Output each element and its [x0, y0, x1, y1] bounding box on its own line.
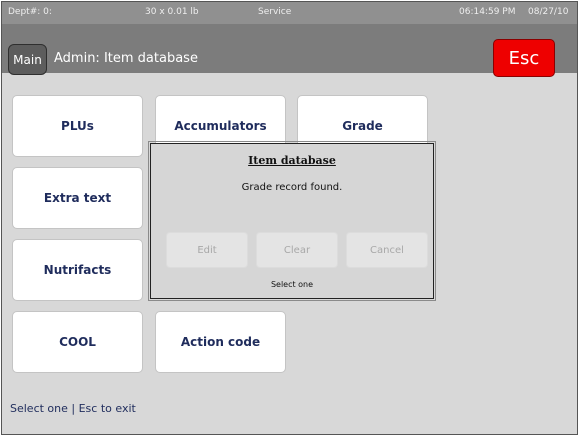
plus-button[interactable]: PLUs: [12, 95, 143, 157]
cancel-button[interactable]: Cancel: [346, 232, 428, 268]
time-status: 06:14:59 PM: [459, 7, 516, 17]
scale-status: 30 x 0.01 lb: [145, 7, 199, 17]
cool-button[interactable]: COOL: [12, 311, 143, 373]
item-database-dialog: Item database Grade record found. Edit C…: [148, 141, 436, 301]
extra-text-button[interactable]: Extra text: [12, 167, 143, 229]
main-button[interactable]: Main: [8, 44, 47, 75]
nutrifacts-button[interactable]: Nutrifacts: [12, 239, 143, 301]
clear-button[interactable]: Clear: [256, 232, 338, 268]
edit-button[interactable]: Edit: [166, 232, 248, 268]
dialog-hint: Select one: [270, 280, 314, 289]
status-bar: Dept#: 0: 30 x 0.01 lb Service 06:14:59 …: [2, 2, 577, 24]
action-code-button[interactable]: Action code: [155, 311, 286, 373]
page-title: Admin: Item database: [54, 51, 198, 66]
mode-status: Service: [258, 7, 292, 17]
dialog-message: Grade record found.: [241, 182, 343, 193]
dialog-title: Item database: [248, 154, 336, 167]
dept-status: Dept#: 0:: [8, 7, 52, 17]
date-status: 08/27/10: [528, 7, 569, 17]
app-window: Dept#: 0: 30 x 0.01 lb Service 06:14:59 …: [1, 1, 578, 435]
esc-button[interactable]: Esc: [493, 39, 555, 77]
footer-hint: Select one | Esc to exit: [10, 402, 136, 415]
